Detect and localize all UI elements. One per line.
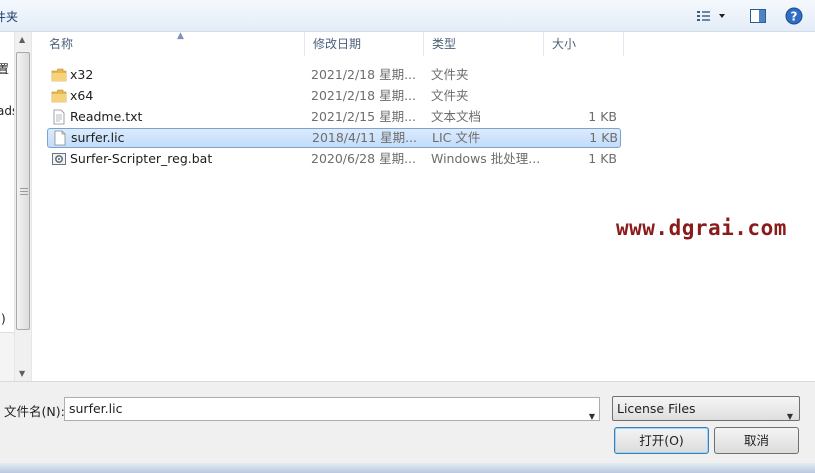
open-button[interactable]: 打开(O) (614, 427, 709, 454)
nav-item[interactable]: 置 (0, 60, 9, 77)
file-date: 2021/2/18 星期... (311, 88, 416, 103)
file-name: x64 (70, 88, 94, 103)
file-size: 1 KB (589, 130, 618, 145)
filename-label: 文件名(N): (4, 404, 65, 419)
file-name: surfer.lic (71, 130, 125, 145)
scroll-down-icon[interactable]: ▼ (19, 369, 25, 378)
file-date: 2021/2/18 星期... (311, 67, 416, 82)
chevron-down-icon[interactable]: ▼ (589, 406, 595, 428)
preview-pane-icon (750, 9, 766, 23)
column-header-type[interactable]: 类型 (424, 32, 544, 56)
sort-ascending-icon: ▲ (177, 31, 184, 41)
file-size: 1 KB (588, 109, 617, 124)
chevron-down-icon[interactable]: ▼ (787, 405, 793, 428)
generic-file-icon (54, 130, 66, 146)
file-type-filter-value: License Files (617, 401, 696, 416)
filename-input-value[interactable]: surfer.lic (69, 401, 122, 416)
help-icon: ? (785, 7, 803, 25)
column-header-name[interactable]: ▲ 名称 (41, 31, 305, 56)
view-options-button[interactable] (692, 5, 730, 27)
scrollbar-thumb[interactable] (16, 52, 30, 330)
file-row[interactable]: x32 2021/2/18 星期... 文件夹 (47, 65, 621, 85)
help-button[interactable]: ? (783, 5, 805, 27)
navigation-pane[interactable]: 置 ads :) ▲ ▼ (0, 32, 32, 381)
scroll-up-icon[interactable]: ▲ (19, 35, 25, 44)
watermark-text: www.dgrai.com (616, 216, 787, 240)
file-type: Windows 批处理... (431, 151, 541, 166)
dialog-bottom-bar: 文件名(N): surfer.lic ▼ License Files ▼ 打开(… (0, 381, 815, 473)
file-name: Surfer-Scripter_reg.bat (70, 151, 213, 166)
folder-icon (51, 89, 67, 103)
file-type: 文本文档 (431, 109, 482, 124)
file-row[interactable]: x64 2021/2/18 星期... 文件夹 (47, 86, 621, 106)
file-date: 2018/4/11 星期... (312, 130, 417, 145)
file-size: 1 KB (588, 151, 617, 166)
text-file-icon (53, 109, 65, 125)
nav-lower-panel (0, 332, 14, 381)
view-options-icon (697, 11, 725, 21)
folder-icon (51, 68, 67, 82)
svg-text:?: ? (791, 10, 798, 24)
file-type: 文件夹 (431, 88, 469, 103)
cancel-button[interactable]: 取消 (714, 427, 799, 454)
file-list[interactable]: ▲ 名称 修改日期 类型 大小 x32 2021/2/18 星期... 文件夹 … (33, 31, 815, 381)
file-type: LIC 文件 (432, 130, 481, 145)
toolbar: 件夹 ? (0, 0, 815, 32)
column-header-size[interactable]: 大小 (544, 32, 624, 56)
toolbar-title: 件夹 (0, 10, 19, 24)
file-type-filter[interactable]: License Files ▼ (612, 396, 800, 421)
window-bottom-edge (0, 463, 815, 473)
file-row[interactable]: Surfer-Scripter_reg.bat 2020/6/28 星期... … (47, 149, 621, 169)
file-row-selected[interactable]: surfer.lic 2018/4/11 星期... LIC 文件 1 KB (47, 128, 621, 148)
nav-item[interactable]: :) (0, 312, 6, 326)
file-type: 文件夹 (431, 67, 469, 82)
file-name: Readme.txt (70, 109, 143, 124)
file-date: 2021/2/15 星期... (311, 109, 416, 124)
file-date: 2020/6/28 星期... (311, 151, 416, 166)
column-header-date[interactable]: 修改日期 (305, 32, 424, 56)
batch-file-icon (52, 153, 66, 165)
nav-scrollbar[interactable]: ▲ ▼ (14, 32, 31, 381)
filename-combobox[interactable]: surfer.lic ▼ (64, 397, 600, 421)
preview-pane-button[interactable] (746, 5, 770, 27)
file-name: x32 (70, 67, 94, 82)
file-row[interactable]: Readme.txt 2021/2/15 星期... 文本文档 1 KB (47, 107, 621, 127)
